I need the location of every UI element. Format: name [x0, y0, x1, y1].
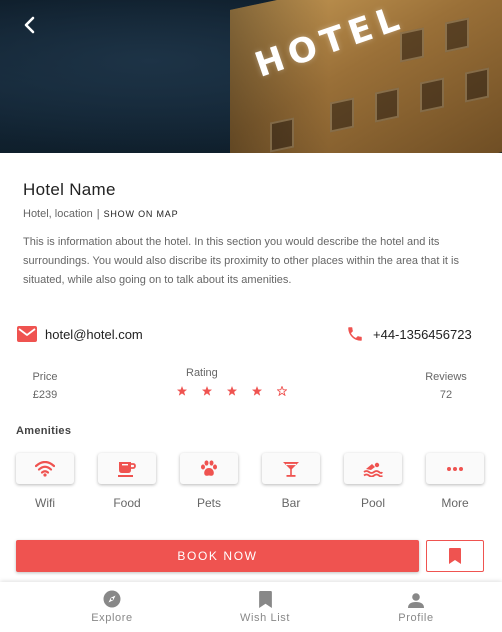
- nav-explore[interactable]: Explore: [62, 590, 162, 624]
- location-line: Hotel, location | SHOW ON MAP: [23, 208, 178, 220]
- reviews-label: Reviews: [425, 371, 467, 383]
- amenity-food[interactable]: Food: [98, 453, 156, 510]
- bottom-navigation: Explore Wish List Profile: [0, 582, 502, 632]
- nav-label: Explore: [91, 612, 133, 624]
- amenity-label: Wifi: [35, 496, 55, 510]
- amenity-label: Pool: [360, 496, 386, 510]
- hotel-description: This is information about the hotel. In …: [23, 236, 459, 286]
- back-button[interactable]: [18, 12, 42, 38]
- more-dots-icon: [447, 466, 463, 471]
- amenity-label: Pets: [196, 496, 221, 510]
- reviews-stat: Reviews 72: [420, 371, 472, 401]
- email-contact[interactable]: hotel@hotel.com: [16, 322, 143, 346]
- building-window: [465, 67, 489, 103]
- chevron-left-icon: [24, 16, 35, 34]
- amenities-title: Amenities: [16, 425, 72, 437]
- rating-stat: Rating: [172, 367, 292, 396]
- amenity-bar[interactable]: Bar: [262, 453, 320, 510]
- reviews-value: 72: [439, 389, 453, 401]
- nav-wish-list[interactable]: Wish List: [215, 590, 315, 624]
- building-window: [375, 87, 399, 123]
- amenity-label: Bar: [281, 496, 301, 510]
- email-text: hotel@hotel.com: [45, 326, 143, 342]
- add-to-wishlist-button[interactable]: [426, 540, 484, 572]
- phone-text: +44-1356456723: [373, 326, 472, 342]
- phone-contact[interactable]: +44-1356456723: [344, 322, 472, 346]
- building-window: [330, 97, 354, 133]
- price-stat: Price £239: [24, 371, 66, 401]
- phone-icon: [344, 323, 366, 345]
- building-window: [445, 17, 469, 53]
- hotel-location: Hotel, location: [23, 208, 93, 220]
- star-filled-icon: [252, 386, 262, 396]
- amenity-pool[interactable]: Pool: [344, 453, 402, 510]
- nav-profile[interactable]: Profile: [366, 590, 466, 624]
- location-separator: |: [96, 208, 100, 220]
- paw-icon: [201, 460, 217, 476]
- coffee-cup-icon: [118, 461, 136, 477]
- wifi-icon: [35, 460, 55, 477]
- cocktail-icon: [283, 461, 299, 477]
- amenity-label: Food: [113, 496, 141, 510]
- email-icon: [16, 323, 38, 345]
- compass-icon: [103, 590, 121, 608]
- swimming-icon: [363, 462, 383, 477]
- price-label: Price: [32, 371, 58, 383]
- star-filled-icon: [202, 386, 212, 396]
- amenity-pets[interactable]: Pets: [180, 453, 238, 510]
- person-icon: [408, 593, 424, 608]
- book-now-button[interactable]: BOOK NOW: [16, 540, 419, 572]
- amenity-wifi[interactable]: Wifi: [16, 453, 74, 510]
- nav-label: Wish List: [239, 612, 291, 624]
- star-outline-icon: [277, 386, 287, 396]
- rating-label: Rating: [186, 367, 218, 379]
- star-filled-icon: [177, 386, 187, 396]
- bookmark-icon: [258, 591, 272, 608]
- bookmark-icon: [449, 548, 461, 564]
- show-on-map-link[interactable]: SHOW ON MAP: [104, 209, 179, 219]
- amenity-more[interactable]: More: [426, 453, 484, 510]
- hotel-name: Hotel Name: [23, 180, 116, 199]
- amenity-label: More: [441, 496, 469, 510]
- nav-label: Profile: [398, 612, 434, 624]
- building-window: [420, 77, 444, 113]
- building-window: [270, 117, 294, 153]
- star-filled-icon: [227, 386, 237, 396]
- price-value: £239: [32, 389, 58, 401]
- rating-stars: [172, 386, 292, 396]
- hero-image: HOTEL: [0, 0, 502, 153]
